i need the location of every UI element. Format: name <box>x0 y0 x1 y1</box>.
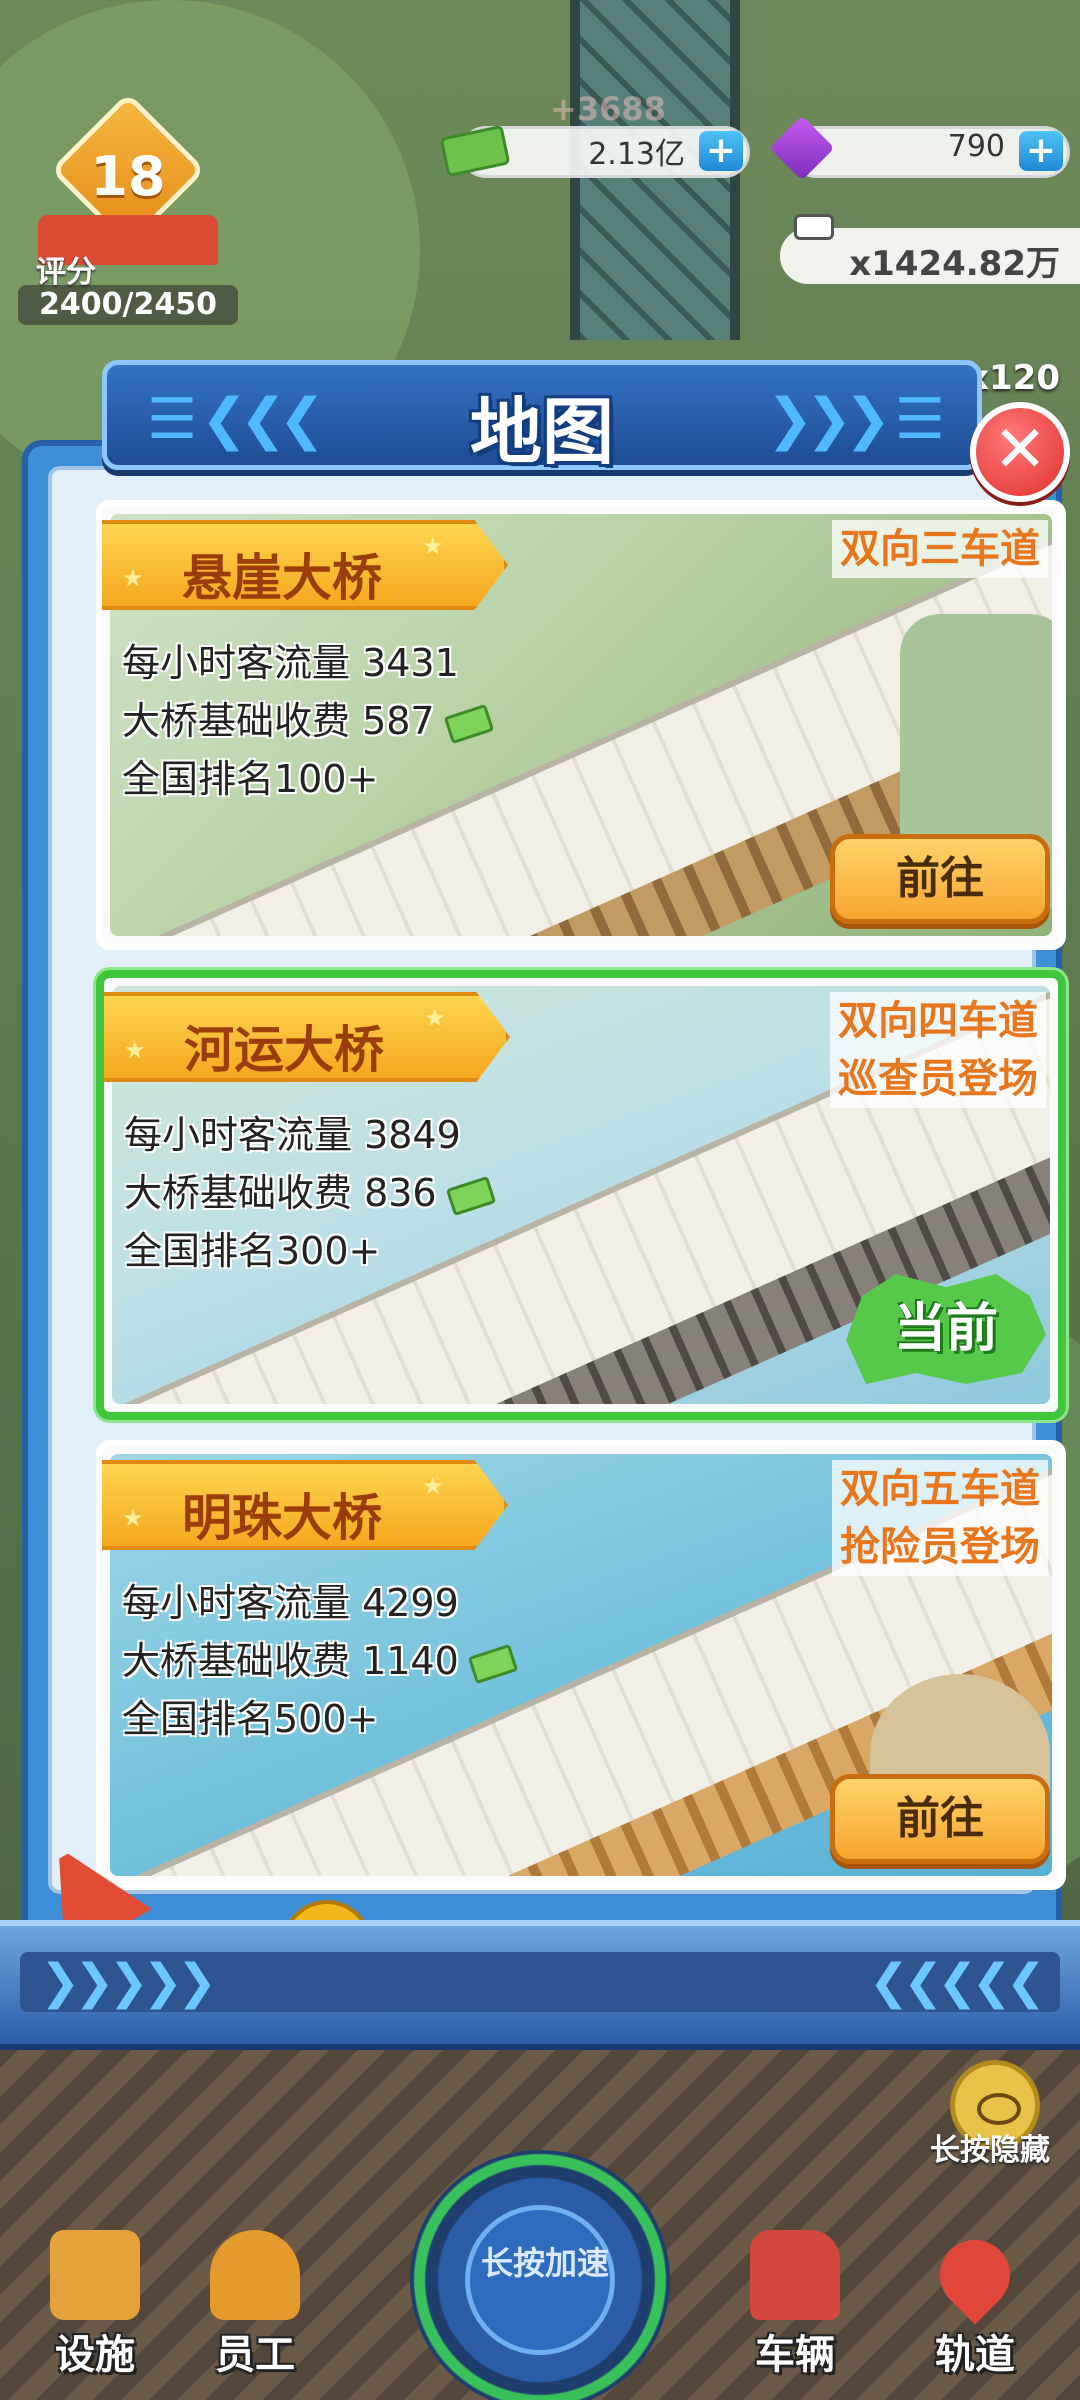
dialog-header: ☰ ❮❮❮ ❯❯❯ ☰ 地图 <box>102 360 982 474</box>
nav-tracks-label: 轨道 <box>935 2332 1015 2378</box>
stat-traffic: 每小时客流量 3431 <box>122 641 459 685</box>
bridge-stats: 每小时客流量 4299 大桥基础收费 1140 全国排名500+ <box>122 1574 519 1748</box>
current-badge: 当前 <box>846 1274 1046 1384</box>
bridge-stats: 每小时客流量 3431 大桥基础收费 587 全国排名100+ <box>122 634 494 808</box>
stat-toll: 大桥基础收费 587 <box>122 699 435 743</box>
bridge-name: 河运大桥 <box>184 1021 384 1079</box>
speed-up-inner: 长按加速 <box>465 2205 615 2355</box>
car-icon <box>750 2230 840 2320</box>
bridge-features: 双向三车道 <box>832 520 1048 578</box>
feature-lanes: 双向四车道 <box>838 998 1038 1044</box>
bridge-card[interactable]: ★ ★ 明珠大桥 双向五车道 抢险员登场 每小时客流量 4299 大桥基础收费 … <box>96 1440 1066 1890</box>
bridge-name: 明珠大桥 <box>182 1489 382 1547</box>
bridge-features: 双向五车道 抢险员登场 <box>832 1460 1048 1576</box>
bridge-stats: 每小时客流量 3849 大桥基础收费 836 全国排名300+ <box>124 1106 496 1280</box>
level-number: 18 <box>90 145 166 208</box>
add-gems-button[interactable]: + <box>1019 131 1063 171</box>
close-button[interactable]: ✕ <box>970 402 1070 502</box>
bridge-name-ribbon: ★ ★ 河运大桥 <box>104 992 510 1082</box>
stat-rank: 全国排名300+ <box>124 1229 381 1273</box>
bridge-list[interactable]: ★ ★ 悬崖大桥 双向三车道 每小时客流量 3431 大桥基础收费 587 全国… <box>48 466 1066 1894</box>
stat-toll: 大桥基础收费 836 <box>124 1171 437 1215</box>
dialog-title: 地图 <box>469 390 614 474</box>
bridge-name-ribbon: ★ ★ 明珠大桥 <box>102 1460 508 1550</box>
gem-counter: 790 + <box>769 115 1070 181</box>
video-cash-reward[interactable]: x1424.82万 <box>780 214 1080 284</box>
nav-facilities[interactable]: 设施 <box>20 2230 170 2400</box>
cash-icon <box>467 1643 519 1684</box>
nav-tracks[interactable]: 轨道 <box>900 2225 1050 2400</box>
dialog-frame: ★ ★ 悬崖大桥 双向三车道 每小时客流量 3431 大桥基础收费 587 全国… <box>22 440 1066 2000</box>
stat-rank: 全国排名100+ <box>122 757 379 801</box>
bridge-name-ribbon: ★ ★ 悬崖大桥 <box>102 520 508 610</box>
map-dialog: ★ ★ 悬崖大桥 双向三车道 每小时客流量 3431 大桥基础收费 587 全国… <box>0 360 1080 2050</box>
stat-toll: 大桥基础收费 1140 <box>122 1639 459 1683</box>
bridge-card-current[interactable]: ★ ★ 河运大桥 双向四车道 巡查员登场 每小时客流量 3849 大桥基础收费 … <box>96 970 1066 1420</box>
nav-vehicles[interactable]: 车辆 <box>720 2230 870 2400</box>
stat-rank: 全国排名500+ <box>122 1697 379 1741</box>
facility-icon <box>50 2230 140 2320</box>
nav-staff-label: 员工 <box>215 2332 295 2378</box>
cash-icon <box>445 1175 496 1216</box>
stat-traffic: 每小时客流量 4299 <box>122 1581 459 1625</box>
feature-staff: 抢险员登场 <box>840 1524 1040 1570</box>
rating-panel[interactable]: 18 评分 2400/2450 <box>18 92 238 330</box>
chevron-right-icon: ❯❯❯❯❯ <box>40 1954 217 2010</box>
add-cash-button[interactable]: + <box>699 131 743 171</box>
feature-lanes: 双向三车道 <box>840 526 1040 572</box>
reward-cash-value: x1424.82万 <box>849 244 1060 284</box>
worker-icon <box>210 2230 300 2320</box>
go-button[interactable]: 前往 <box>830 834 1050 924</box>
nav-staff[interactable]: 员工 <box>180 2230 330 2400</box>
chevron-left-icon: ❮❮❮❮❮ <box>868 1954 1046 2010</box>
stat-toll-row: 大桥基础收费 836 <box>124 1164 496 1222</box>
dialog-bottom-bar: ❯❯❯❯❯ ❮❮❮❮❮ <box>0 1920 1080 2050</box>
long-press-hide-label[interactable]: 长按隐藏 <box>930 2125 1050 2169</box>
stat-toll-row: 大桥基础收费 587 <box>122 692 494 750</box>
feature-staff: 巡查员登场 <box>838 1056 1038 1102</box>
income-popup: +3688 <box>550 90 666 128</box>
cash-value: 2.13亿 <box>588 137 685 172</box>
cash-counter: 2.13亿 + <box>439 124 750 178</box>
video-ad-icon <box>794 214 834 240</box>
bridge-features: 双向四车道 巡查员登场 <box>830 992 1046 1108</box>
speed-up-label: 长按加速 <box>480 2244 609 2282</box>
stat-toll-row: 大桥基础收费 1140 <box>122 1632 519 1690</box>
speed-up-button[interactable]: 长按加速 <box>410 2150 670 2400</box>
bridge-name: 悬崖大桥 <box>182 549 382 607</box>
go-button[interactable]: 前往 <box>830 1774 1050 1864</box>
rating-value: 2400/2450 <box>18 285 238 325</box>
feature-lanes: 双向五车道 <box>840 1466 1040 1512</box>
stat-traffic: 每小时客流量 3849 <box>124 1113 461 1157</box>
gem-value: 790 <box>947 129 1005 164</box>
map-pin-icon <box>925 2225 1025 2325</box>
bridge-card[interactable]: ★ ★ 悬崖大桥 双向三车道 每小时客流量 3431 大桥基础收费 587 全国… <box>96 500 1066 950</box>
nav-facilities-label: 设施 <box>55 2332 135 2378</box>
cash-icon <box>443 703 494 744</box>
nav-vehicles-label: 车辆 <box>755 2332 835 2378</box>
